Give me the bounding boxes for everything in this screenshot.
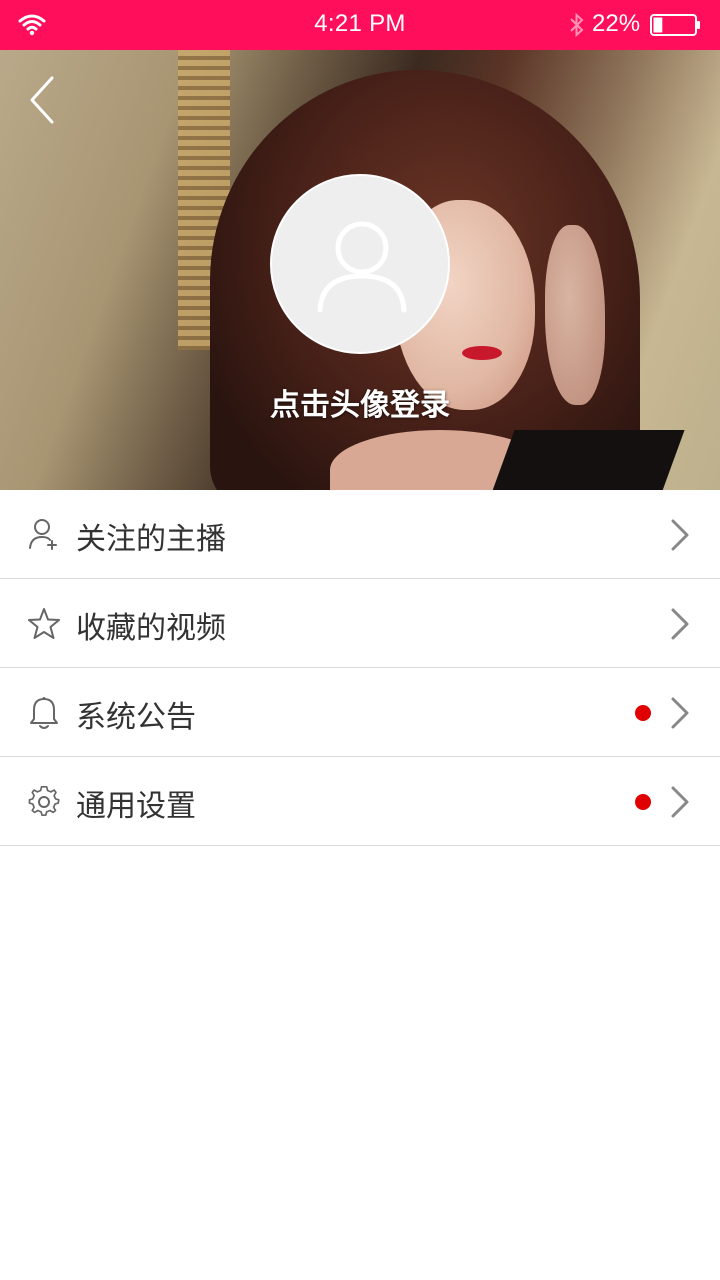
status-bar: 4:21 PM 22% — [0, 0, 720, 50]
user-plus-icon — [29, 519, 57, 550]
background-photo-dress — [485, 430, 685, 490]
background-photo-lips — [462, 346, 502, 360]
star-icon — [28, 608, 60, 639]
chevron-right-icon — [671, 519, 689, 551]
profile-header: 点击头像登录 — [0, 50, 720, 490]
login-prompt[interactable]: 点击头像登录 — [0, 380, 720, 424]
menu-item-label: 系统公告 — [76, 700, 196, 735]
chevron-right-icon — [671, 786, 689, 818]
menu-item-followed-anchors[interactable]: 关注的主播 — [0, 490, 720, 579]
chevron-left-icon — [30, 76, 54, 124]
menu-item-general-settings[interactable]: 通用设置 — [0, 757, 720, 846]
battery-icon — [650, 14, 700, 36]
menu-list: 关注的主播 收藏的视频 系统公告 通用设置 — [0, 490, 720, 846]
notification-dot — [635, 705, 651, 721]
bluetooth-icon — [570, 12, 584, 38]
chevron-right-icon — [671, 608, 689, 640]
menu-item-favorite-videos[interactable]: 收藏的视频 — [0, 579, 720, 668]
menu-item-label: 收藏的视频 — [76, 611, 226, 646]
avatar-button[interactable] — [270, 174, 450, 354]
notification-dot — [635, 794, 651, 810]
back-button[interactable] — [22, 72, 62, 128]
battery-percent: 22% — [592, 10, 641, 37]
menu-item-label: 关注的主播 — [76, 522, 226, 557]
user-icon — [317, 221, 407, 313]
menu-item-label: 通用设置 — [76, 789, 196, 824]
menu-item-announcements[interactable]: 系统公告 — [0, 668, 720, 757]
bell-icon — [30, 697, 58, 729]
gear-icon — [28, 785, 60, 816]
chevron-right-icon — [671, 697, 689, 729]
background-photo-reflection — [545, 225, 605, 405]
